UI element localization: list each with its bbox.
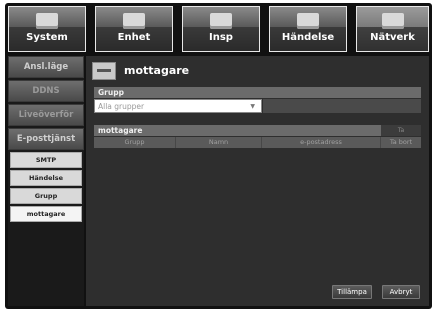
recipient-icon bbox=[92, 62, 116, 80]
sidebar-item-ddns[interactable]: DDNS bbox=[8, 80, 84, 102]
tab-system[interactable]: System bbox=[8, 6, 86, 52]
group-select-value: Alla grupper bbox=[98, 102, 145, 111]
column-e-postadress: e-postadress bbox=[262, 137, 381, 148]
column-ta-bort: Ta bort bbox=[389, 138, 413, 146]
network-icon bbox=[381, 13, 404, 29]
sidebar: Ansl.läge DDNS Liveöverför E-posttjänst … bbox=[8, 56, 84, 306]
submenu-mottagare[interactable]: mottagare bbox=[10, 206, 82, 222]
group-select[interactable]: Alla grupper ▼ bbox=[94, 99, 262, 113]
delete-all-button[interactable]: Ta bbox=[381, 125, 421, 136]
page-title: mottagare bbox=[124, 64, 190, 77]
camera-dome-icon bbox=[123, 13, 145, 29]
submenu-handelse[interactable]: Händelse bbox=[10, 170, 82, 186]
record-icon bbox=[210, 13, 232, 29]
sidebar-item-e-posttjanst[interactable]: E-posttjänst bbox=[8, 128, 84, 150]
group-row-filler bbox=[263, 99, 421, 113]
sidebar-item-liveoverfor[interactable]: Liveöverför bbox=[8, 104, 84, 126]
apply-button[interactable]: Tillämpa bbox=[332, 285, 372, 299]
tab-label: Händelse bbox=[281, 32, 335, 43]
recipients-title: mottagare bbox=[98, 126, 143, 135]
column-grupp: Grupp bbox=[94, 137, 176, 148]
tab-insp[interactable]: Insp bbox=[182, 6, 260, 52]
tab-label: Nätverk bbox=[370, 32, 415, 43]
sidebar-item-ansl-lage[interactable]: Ansl.läge bbox=[8, 56, 84, 78]
tab-label: System bbox=[26, 32, 68, 43]
chevron-down-icon: ▼ bbox=[250, 103, 255, 110]
sidebar-item-label: Ansl.läge bbox=[23, 62, 69, 72]
sidebar-item-label: E-posttjänst bbox=[16, 134, 76, 144]
tab-enhet[interactable]: Enhet bbox=[95, 6, 173, 52]
tab-label: Enhet bbox=[117, 32, 151, 43]
top-nav: System Enhet Insp Händelse Nätverk bbox=[8, 6, 429, 52]
recipients-header: mottagare Ta bbox=[94, 125, 421, 136]
tab-label: Insp bbox=[209, 32, 233, 43]
system-monitor-icon bbox=[36, 13, 58, 29]
submenu-grupp[interactable]: Grupp bbox=[10, 188, 82, 204]
event-icon bbox=[297, 13, 319, 29]
cancel-button[interactable]: Avbryt bbox=[382, 285, 420, 299]
tab-handelse[interactable]: Händelse bbox=[269, 6, 347, 52]
sidebar-item-label: DDNS bbox=[32, 86, 60, 96]
group-section-header: Grupp bbox=[94, 87, 421, 98]
sidebar-item-label: Liveöverför bbox=[18, 110, 74, 120]
main-panel: mottagare Grupp Alla grupper ▼ mottagare… bbox=[86, 56, 429, 306]
recipients-column-header: Grupp Namn e-postadress Ta bort bbox=[94, 137, 421, 148]
column-namn: Namn bbox=[176, 137, 262, 148]
submenu-smtp[interactable]: SMTP bbox=[10, 152, 82, 168]
tab-natverk[interactable]: Nätverk bbox=[356, 6, 429, 52]
